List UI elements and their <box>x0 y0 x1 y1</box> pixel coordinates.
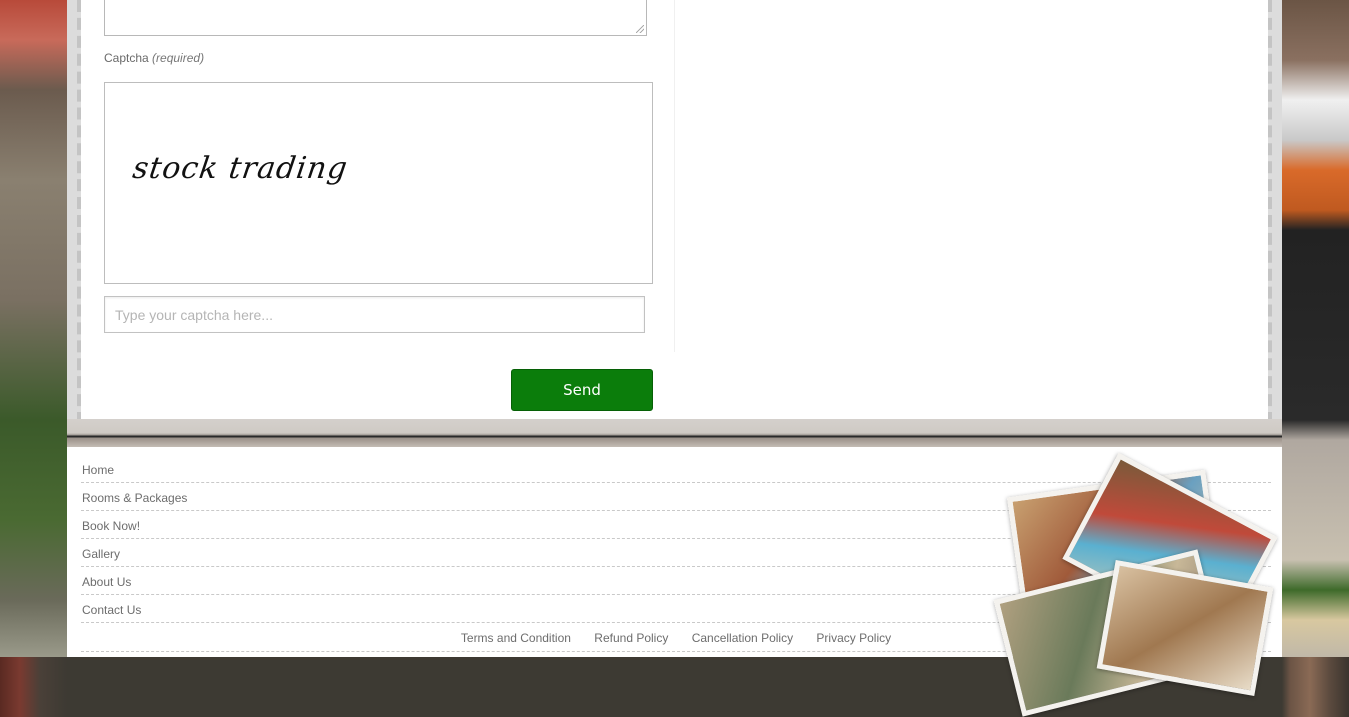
footer-divider-strip <box>67 419 1282 447</box>
captcha-image-text: stock trading <box>130 151 351 186</box>
footer-nav-link[interactable]: Book Now! <box>82 519 140 533</box>
footer-nav-link[interactable]: About Us <box>82 575 131 589</box>
footer-nav-link[interactable]: Home <box>82 463 114 477</box>
send-button[interactable]: Send <box>511 369 653 411</box>
policy-link-cancellation[interactable]: Cancellation Policy <box>692 631 793 645</box>
column-divider <box>674 0 675 352</box>
policy-link-privacy[interactable]: Privacy Policy <box>816 631 891 645</box>
background-photo-left <box>0 0 67 657</box>
message-textarea[interactable] <box>104 0 647 36</box>
captcha-required-text: (required) <box>152 51 205 65</box>
captcha-label: Captcha (required) <box>104 51 204 65</box>
footer-nav-link[interactable]: Rooms & Packages <box>82 491 187 505</box>
footer-nav-link[interactable]: Gallery <box>82 547 120 561</box>
photo-collage <box>993 452 1278 717</box>
captcha-input[interactable] <box>104 296 645 333</box>
captcha-label-text: Captcha <box>104 51 149 65</box>
policy-link-refund[interactable]: Refund Policy <box>594 631 668 645</box>
footer-nav-link[interactable]: Contact Us <box>82 603 141 617</box>
resize-grip-icon[interactable] <box>636 25 644 33</box>
background-photo-right <box>1282 0 1349 657</box>
policy-link-terms[interactable]: Terms and Condition <box>461 631 571 645</box>
captcha-image: stock trading <box>104 82 653 284</box>
